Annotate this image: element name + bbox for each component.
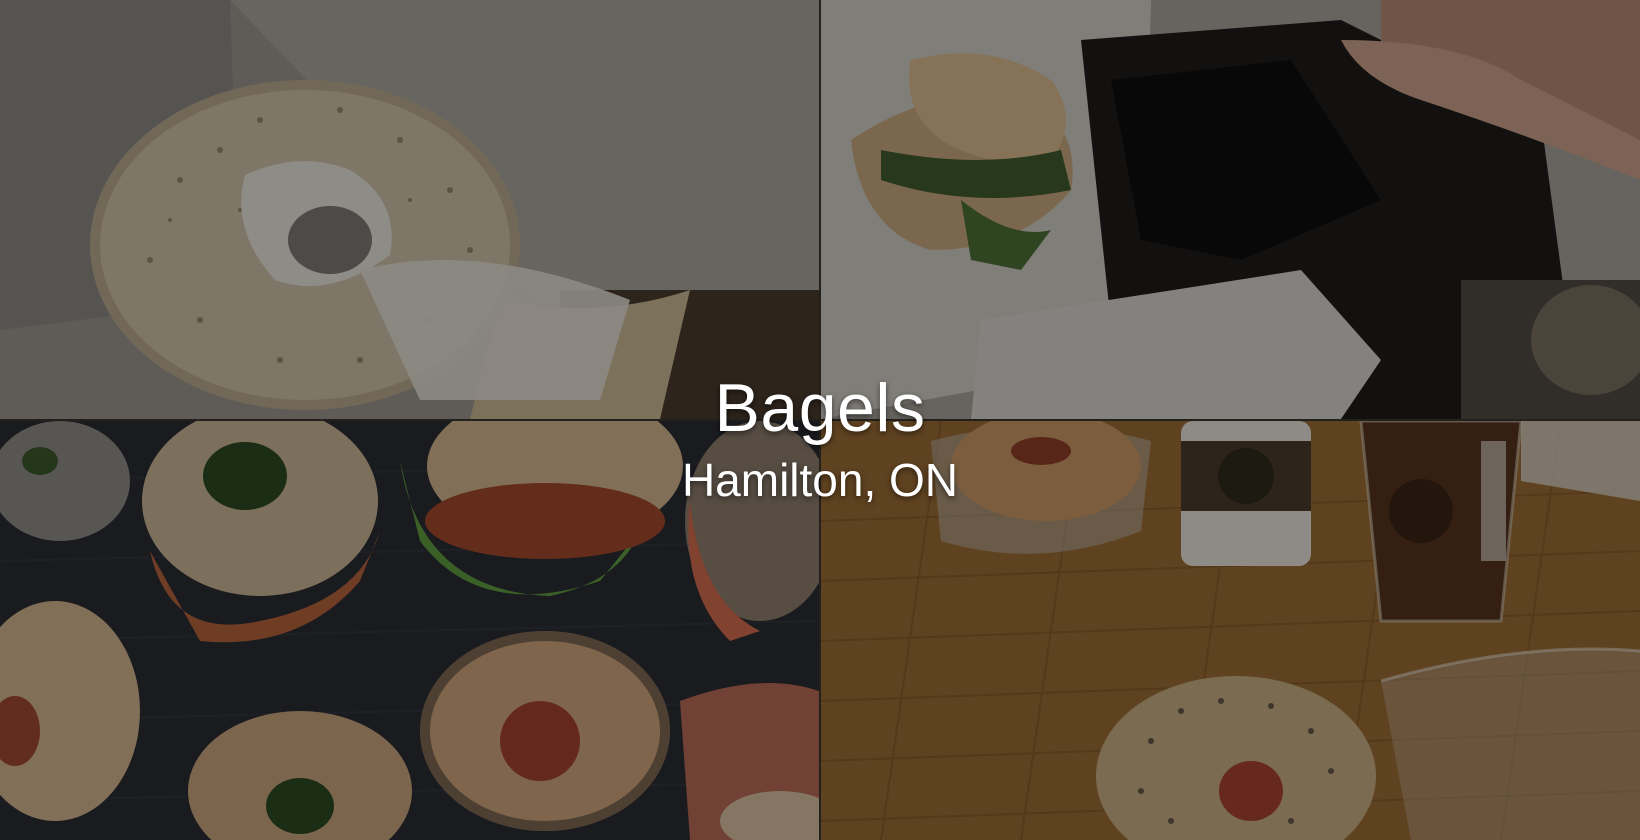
page-title: Bagels (714, 370, 926, 446)
hero-caption: Bagels Hamilton, ON (0, 368, 1640, 512)
location-subtitle: Hamilton, ON (681, 454, 959, 506)
hero-banner: Bagels Hamilton, ON (0, 0, 1640, 840)
